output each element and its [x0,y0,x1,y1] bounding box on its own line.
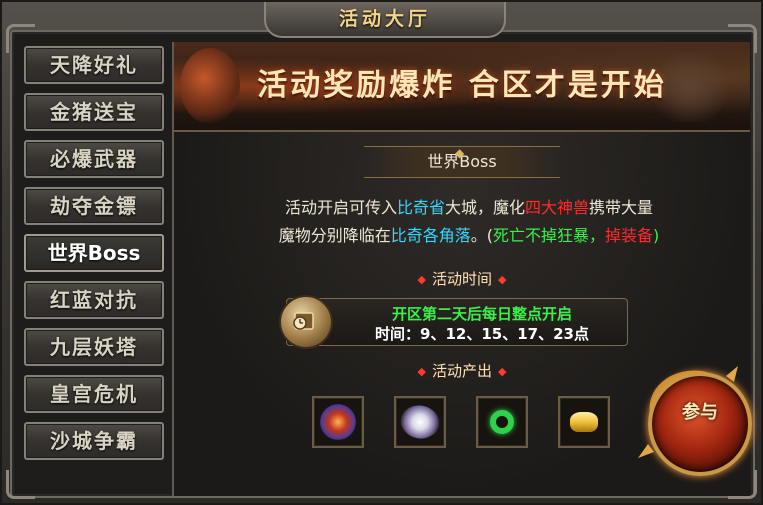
join-button[interactable]: 参与 [648,372,752,476]
sidebar-item-rob-escort[interactable]: 劫夺金镖 [24,187,164,225]
activity-description: 活动开启可传入比奇省大城，魔化四大神兽携带大量 魔物分别降临在比奇各角落。(死亡… [234,194,704,250]
activity-hall-window: 活动大厅 天降好礼 金猪送宝 必爆武器 劫夺金镖 世界Boss 红蓝对抗 九层妖… [0,0,763,505]
sidebar-item-drop-weapons[interactable]: 必爆武器 [24,140,164,178]
desc-highlight-rule: 死亡不掉狂暴， [493,226,606,245]
activity-detail-panel: 活动奖励爆炸 合区才是开始 ◆ 世界Boss 活动开启可传入比奇省大城，魔化四大… [172,42,752,496]
desc-highlight-location: 比奇省 [396,198,445,217]
time-schedule: 开区第二天后每日整点开启 [391,305,572,323]
jade-ring-icon [490,410,514,434]
diamond-icon: ◆ [498,273,507,286]
corner-ornament [6,470,35,499]
description-line-2: 魔物分别降临在比奇各角落。(死亡不掉狂暴，掉装备) [234,222,704,250]
fire-gem-icon [320,404,356,440]
desc-highlight-beasts: 四大神兽 [525,198,590,217]
join-button-label: 参与 [682,402,718,423]
activity-sidebar: 天降好礼 金猪送宝 必爆武器 劫夺金镖 世界Boss 红蓝对抗 九层妖塔 皇宫危… [24,46,166,469]
section-title: ◆ 世界Boss [364,146,560,178]
white-feather-icon [394,396,446,448]
desc-text: 活动开启可传入 [284,198,397,217]
diamond-icon: ◆ [417,365,426,378]
reward-slot-2[interactable] [394,396,446,448]
diamond-icon: ◆ [417,273,426,286]
desc-highlight-drop: 掉装备 [605,226,654,245]
desc-text: 携带大量 [589,198,654,217]
clock-chest-icon [279,295,333,349]
reward-slot-4[interactable] [558,396,610,448]
desc-text: 大城，魔化 [444,198,525,217]
time-hours: 时间：9、12、15、17、23点 [375,325,589,343]
time-heading: ◆ 活动时间 ◆ [174,268,750,289]
sidebar-item-golden-pig[interactable]: 金猪送宝 [24,93,164,131]
sidebar-item-sand-city[interactable]: 沙城争霸 [24,422,164,460]
banner-slogan: 活动奖励爆炸 合区才是开始 [257,68,667,103]
ornament-icon: ◆ [455,146,465,160]
diamond-icon: ◆ [498,365,507,378]
sidebar-item-heaven-gift[interactable]: 天降好礼 [24,46,164,84]
gold-ingot-icon [570,412,598,432]
promo-banner: 活动奖励爆炸 合区才是开始 [174,42,750,132]
description-line-1: 活动开启可传入比奇省大城，魔化四大神兽携带大量 [234,194,704,222]
reward-slot-3[interactable] [476,396,528,448]
rewards-heading-text: 活动产出 [431,362,492,380]
time-heading-text: 活动时间 [431,270,492,288]
sidebar-item-red-blue[interactable]: 红蓝对抗 [24,281,164,319]
reward-slot-1[interactable] [312,396,364,448]
activity-time-box: 开区第二天后每日整点开启 时间：9、12、15、17、23点 [279,295,628,349]
desc-text: 魔物分别降临在 [278,226,391,245]
desc-text: 。( [470,226,493,245]
sidebar-item-world-boss[interactable]: 世界Boss [24,234,164,272]
desc-text: ) [653,226,660,245]
sidebar-item-nine-tower[interactable]: 九层妖塔 [24,328,164,366]
desc-highlight-location: 比奇各角落 [390,226,471,245]
window-title: 活动大厅 [264,2,506,38]
sidebar-item-palace-crisis[interactable]: 皇宫危机 [24,375,164,413]
